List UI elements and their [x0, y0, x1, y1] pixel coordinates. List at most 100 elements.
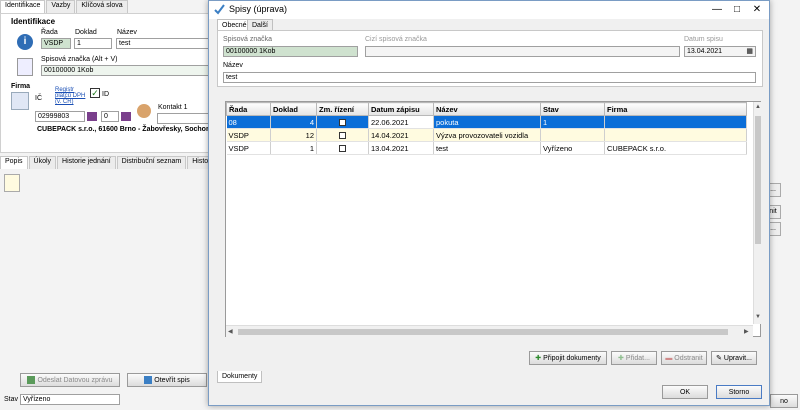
datum-value: 13.04.2021 [687, 48, 723, 55]
scroll-up-icon[interactable]: ▲ [755, 104, 761, 110]
checkbox[interactable] [339, 119, 346, 127]
check-icon[interactable]: ✓ [90, 88, 100, 98]
minimize-icon[interactable]: — [707, 3, 727, 17]
cell-datum: 14.04.2021 [368, 128, 434, 142]
storno-button[interactable]: Storno [716, 385, 762, 399]
col-zm-rizeni[interactable]: Zm. řízení [316, 102, 369, 116]
spisova-field[interactable]: 00100000 1Kob [223, 46, 358, 57]
cell-nazev: Výzva provozovateli vozidla [433, 128, 541, 142]
scroll-thumb[interactable] [755, 116, 761, 244]
documents-grid: Řada Doklad Zm. řízení Datum zápisu Náze… [225, 101, 761, 337]
odstranit-label: Odstranit [674, 355, 703, 362]
spisova-field[interactable]: 00100000 1Kob [41, 65, 211, 76]
cell-datum: 22.06.2021 [368, 115, 434, 129]
table-row[interactable]: VSDP 12 14.04.2021 Výzva provozovateli v… [226, 128, 747, 142]
rada-field[interactable]: VSDP [41, 38, 71, 49]
nazev-field[interactable]: test [116, 38, 211, 49]
bg-identifikace-panel: Identifikace i Řada Doklad Název VSDP 1 … [0, 13, 221, 153]
odeslat-button[interactable]: Odeslat Datovou zprávu [20, 373, 120, 387]
col-firma[interactable]: Firma [604, 102, 747, 116]
bg-tab-vazby[interactable]: Vazby [46, 0, 76, 13]
bg-tab-historie-jednani[interactable]: Historie jednání [57, 156, 116, 169]
check-logo-icon [214, 4, 225, 15]
vertical-scrollbar[interactable]: ▲ ▼ [753, 102, 761, 324]
cell-firma: CUBEPACK s.r.o. [604, 141, 747, 155]
bg-tab-distribucni-seznam[interactable]: Distribuční seznam [116, 156, 187, 169]
cell-nazev: pokuta [433, 115, 541, 129]
horizontal-scrollbar[interactable]: ◀ ▶ [226, 325, 753, 337]
calendar-icon[interactable]: ▦ [746, 47, 753, 56]
cell-firma [604, 115, 747, 129]
stav-field[interactable]: Vyřízeno [20, 394, 120, 405]
close-icon[interactable]: ✕ [747, 3, 767, 17]
bg-tab-klicova-slova[interactable]: Klíčová slova [76, 0, 128, 13]
book-icon[interactable] [87, 112, 97, 121]
cell-nazev: test [433, 141, 541, 155]
firma-icon [11, 92, 29, 110]
spisova-label: Spisová značka (Alt + V) [41, 56, 118, 63]
checkbox[interactable] [339, 145, 346, 153]
bg-storno-button[interactable]: no [770, 394, 798, 408]
cell-doklad: 4 [270, 115, 317, 129]
ok-button[interactable]: OK [662, 385, 708, 399]
pripojit-dokumenty-button[interactable]: ✚ Připojit dokumenty [529, 351, 607, 365]
maximize-icon[interactable]: □ [727, 3, 747, 17]
edit-icon: ✎ [716, 355, 722, 362]
bg-tab-ukoly[interactable]: Úkoly [28, 156, 57, 169]
bg-tab-popis[interactable]: Popis [0, 156, 28, 169]
ic-field[interactable]: 02999803 [35, 111, 85, 122]
scroll-down-icon[interactable]: ▼ [755, 314, 761, 320]
documents-table: Řada Doklad Zm. řízení Datum zápisu Náze… [226, 102, 747, 155]
send-icon [27, 376, 36, 385]
tab-dokumenty[interactable]: Dokumenty [217, 371, 263, 383]
pencil-icon[interactable] [4, 174, 20, 192]
nazev-label: Název [223, 62, 243, 69]
table-row[interactable]: VSDP 1 13.04.2021 test Vyřízeno CUBEPACK… [226, 141, 747, 155]
pripojit-label: Připojit dokumenty [543, 355, 601, 362]
doklad-label: Doklad [75, 29, 97, 36]
cell-zm-rizeni [316, 128, 369, 142]
cell-firma [604, 128, 747, 142]
col-rada[interactable]: Řada [226, 102, 271, 116]
spisova-label: Spisová značka [223, 36, 273, 43]
id-field[interactable]: 0 [101, 111, 119, 122]
nazev-field[interactable]: test [223, 72, 756, 83]
cell-doklad: 1 [270, 141, 317, 155]
col-nazev[interactable]: Název [433, 102, 541, 116]
firma-label: Firma [11, 83, 31, 90]
col-doklad[interactable]: Doklad [270, 102, 317, 116]
ic-label: IČ [35, 95, 42, 102]
scroll-left-icon[interactable]: ◀ [228, 328, 233, 335]
checkbox[interactable] [339, 132, 346, 140]
table-row[interactable]: 08 4 22.06.2021 pokuta 1 [226, 115, 747, 129]
pridat-button[interactable]: ✚ Přidat... [611, 351, 657, 365]
table-header: Řada Doklad Zm. řízení Datum zápisu Náze… [226, 102, 747, 116]
registr-link[interactable]: Registr plátců DPH (v. ČR) [55, 87, 89, 105]
scroll-thumb[interactable] [238, 329, 728, 335]
cell-doklad: 12 [270, 128, 317, 142]
cell-zm-rizeni [316, 141, 369, 155]
stav-label: Stav [4, 396, 19, 403]
rada-label: Řada [41, 29, 58, 36]
nazev-label: Název [117, 29, 137, 36]
book-icon[interactable] [121, 112, 131, 121]
upravit-button[interactable]: ✎ Upravit... [711, 351, 757, 365]
odstranit-button[interactable]: ▬ Odstranit [661, 351, 707, 365]
scroll-right-icon[interactable]: ▶ [744, 328, 749, 335]
obecne-panel: Spisová značka 00100000 1Kob Cizí spisov… [217, 30, 763, 87]
cell-stav: 1 [540, 115, 605, 129]
doklad-field[interactable]: 1 [74, 38, 112, 49]
upravit-label: Upravit... [723, 355, 752, 362]
pridat-label: Přidat... [625, 355, 650, 362]
cell-stav [540, 128, 605, 142]
bg-tab-identifikace[interactable]: Identifikace [0, 0, 46, 13]
plus-icon: ✚ [618, 355, 624, 362]
kontakt-field[interactable] [157, 113, 211, 124]
cell-rada: VSDP [226, 128, 271, 142]
otevrit-spis-button[interactable]: Otevřít spis [127, 373, 207, 387]
cell-rada: 08 [226, 115, 271, 129]
col-datum-zapisu[interactable]: Datum zápisu [368, 102, 434, 116]
datum-field[interactable]: 13.04.2021 ▦ [684, 46, 756, 57]
col-stav[interactable]: Stav [540, 102, 605, 116]
cizi-field[interactable] [365, 46, 680, 57]
